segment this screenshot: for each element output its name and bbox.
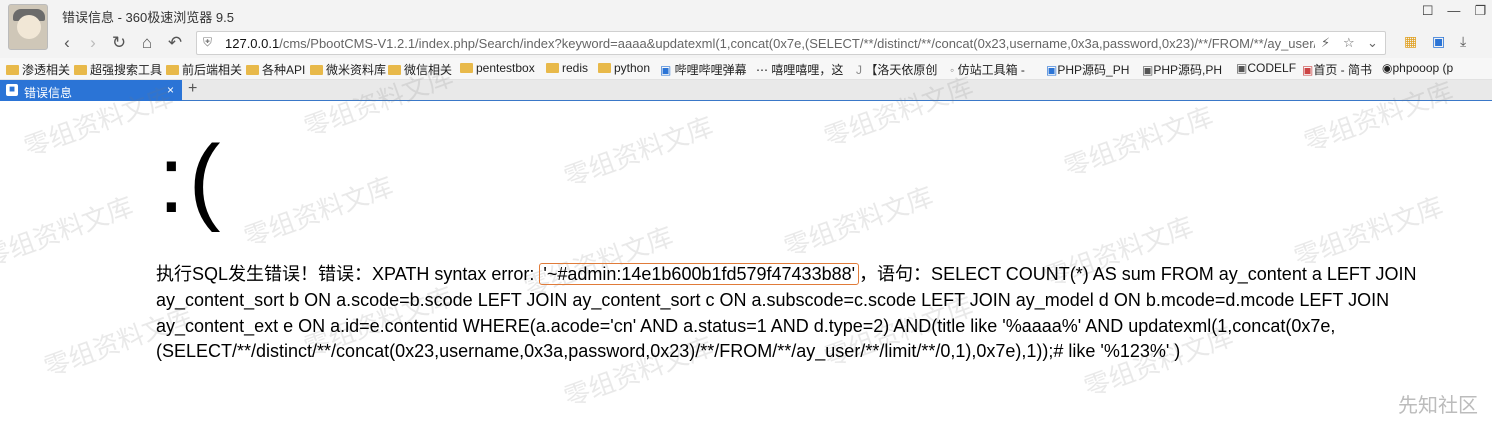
extension-icon[interactable]: ▣	[1432, 33, 1445, 50]
undo-icon[interactable]: ↶	[164, 32, 186, 54]
forward-icon[interactable]: ›	[82, 32, 104, 54]
bookmark-item[interactable]: 前后端相关	[166, 61, 242, 78]
bookmark-item[interactable]: ▣ 哔哩哔哩弹幕	[660, 61, 747, 78]
bookmark-item[interactable]: 微信相关	[388, 61, 452, 78]
folder-icon	[460, 63, 473, 73]
bilibili-icon: ▣	[660, 63, 675, 77]
folder-icon	[6, 65, 19, 75]
back-icon[interactable]: ‹	[56, 32, 78, 54]
tab-label: 错误信息	[24, 86, 73, 100]
window-controls: ☐ — ❐	[1422, 3, 1486, 19]
php-icon: ▣	[1046, 63, 1058, 77]
watermark-text: 零组资料文库	[240, 171, 397, 253]
bookmark-item[interactable]: 超强搜索工具	[74, 61, 162, 78]
address-bar[interactable]: ⛨ 127.0.0.1/cms/PbootCMS-V1.2.1/index.ph…	[196, 31, 1386, 55]
php-icon: ▣	[1142, 63, 1154, 77]
shield-icon: ⛨	[203, 35, 213, 49]
folder-icon	[246, 65, 259, 75]
bookmark-item[interactable]: ▣CODELF	[1236, 61, 1296, 75]
close-icon[interactable]: ×	[167, 83, 174, 97]
tab-bar: ■ 错误信息 × +	[0, 80, 1492, 101]
sad-face: :(	[158, 126, 225, 233]
folder-icon	[546, 63, 559, 73]
user-avatar[interactable]	[8, 4, 48, 50]
maximize-button[interactable]: ❐	[1474, 3, 1486, 19]
bookmark-item[interactable]: J 【洛天依原创	[856, 61, 937, 78]
github-icon: ◉	[1382, 61, 1393, 75]
watermark-text: 零组资料文库	[0, 191, 137, 273]
lightning-icon[interactable]: ⚡	[1321, 35, 1330, 51]
bookmark-item[interactable]: ▣首页 - 简书	[1302, 61, 1372, 78]
bookmark-item[interactable]: ◦ 仿站工具箱 -	[950, 61, 1025, 78]
window-titlebar: 错误信息 - 360极速浏览器 9.5 ☐ — ❐	[0, 0, 1492, 28]
page-content: 零组资料文库 零组资料文库 零组资料文库 零组资料文库 零组资料文库 零组资料文库 零组资料…	[0, 61, 1492, 426]
codelf-icon: ▣	[1236, 61, 1248, 75]
bookmark-item[interactable]: ⋯ 嘻哩嘻哩，这	[756, 61, 843, 78]
bookmark-item[interactable]: pentestbox	[460, 61, 535, 75]
jianshu-icon: ▣	[1302, 63, 1314, 77]
url-text[interactable]: 127.0.0.1/cms/PbootCMS-V1.2.1/index.php/…	[225, 36, 1315, 51]
dropdown-icon[interactable]: ⌄	[1367, 35, 1378, 51]
bookmark-item[interactable]: ▣PHP源码_PH	[1046, 61, 1129, 78]
watermark-text: 零组资料文库	[1060, 101, 1217, 183]
bookmark-item[interactable]: 微米资料库	[310, 61, 386, 78]
watermark-text: 零组资料文库	[560, 111, 717, 193]
brand-watermark: 先知社区	[1398, 395, 1478, 417]
reload-icon[interactable]: ↻	[108, 32, 130, 54]
folder-icon	[166, 65, 179, 75]
folder-icon	[388, 65, 401, 75]
bookmark-item[interactable]: redis	[546, 61, 588, 75]
bookmark-item[interactable]: python	[598, 61, 650, 75]
folder-icon	[598, 63, 611, 73]
download-icon[interactable]: ⤓	[1460, 33, 1466, 50]
watermark-text: 零组资料文库	[780, 181, 937, 263]
bookmark-item[interactable]: ▣PHP源码,PH	[1142, 61, 1222, 78]
page-icon: ■	[6, 84, 18, 96]
window-title: 错误信息 - 360极速浏览器 9.5	[62, 10, 234, 25]
star-icon[interactable]: ☆	[1343, 35, 1355, 51]
page-icon: J	[856, 63, 866, 77]
error-prefix: 执行SQL发生错误！错误：XPATH syntax error:	[156, 264, 540, 284]
folder-icon	[310, 65, 323, 75]
apps-icon[interactable]: ▦	[1404, 33, 1417, 50]
bookmarks-bar: 渗透相关 超强搜索工具 前后端相关 各种API 微米资料库 微信相关 pente…	[0, 58, 1492, 80]
folder-icon	[74, 65, 87, 75]
skin-icon[interactable]: ☐	[1422, 3, 1434, 19]
bookmark-item[interactable]: 各种API	[246, 61, 305, 78]
url-path: /cms/PbootCMS-V1.2.1/index.php/Search/in…	[279, 36, 1315, 51]
emoticon-icon: ⋯	[756, 63, 772, 77]
url-host: 127.0.0.1	[225, 36, 280, 51]
error-message: 执行SQL发生错误！错误：XPATH syntax error: '~#admi…	[156, 262, 1482, 365]
new-tab-button[interactable]: +	[188, 80, 197, 98]
navigation-bar: ‹ › ↻ ⌂ ↶ ⛨ 127.0.0.1/cms/PbootCMS-V1.2.…	[0, 28, 1492, 58]
tab-error-info[interactable]: ■ 错误信息 ×	[0, 80, 182, 101]
minimize-button[interactable]: —	[1447, 3, 1460, 19]
error-highlight: '~#admin:14e1b600b1fd579f47433b88'	[539, 263, 860, 285]
bookmark-item[interactable]: ◉phpooop (p	[1382, 61, 1453, 75]
home-icon[interactable]: ⌂	[136, 32, 158, 54]
bookmark-item[interactable]: 渗透相关	[6, 61, 70, 78]
page-icon: ◦	[950, 63, 958, 77]
